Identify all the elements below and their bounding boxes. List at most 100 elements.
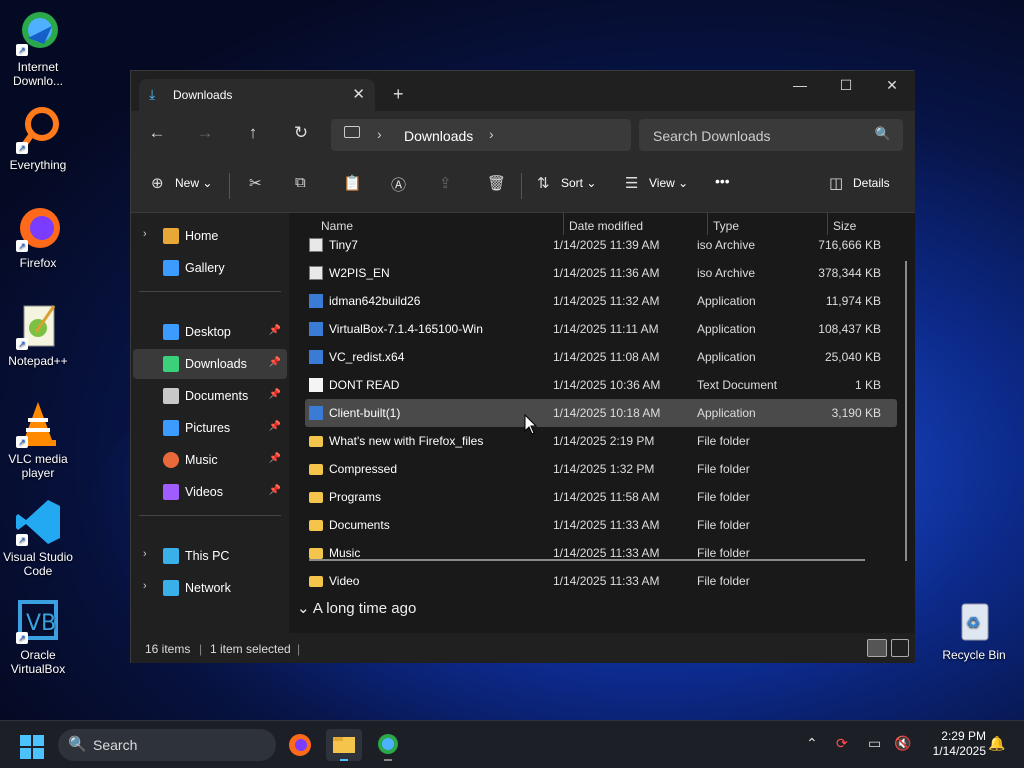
network-status-icon[interactable]: ▭ [868,735,881,752]
file-row[interactable]: W2PIS_EN 1/14/2025 11:36 AM iso Archive 378… [305,259,897,287]
sort-icon: ⇅ [537,175,550,192]
everything-search-icon: ↗ [14,106,62,154]
sidebar-item-this-pc[interactable]: › This PC [133,541,287,571]
file-row[interactable]: VirtualBox-7.1.4-165100-Win 1/14/2025 11:… [305,315,897,343]
new-tab-button[interactable]: + [393,84,404,105]
new-button[interactable]: New ⌄ [175,176,212,190]
tab-label: Downloads [173,88,233,102]
paste-icon[interactable]: 📋 [343,174,362,192]
sidebar-item-music[interactable]: Music 📌 [133,445,287,475]
search-input[interactable]: Search Downloads 🔍 [639,119,903,151]
sidebar-item-gallery[interactable]: Gallery [133,253,287,283]
close-window-button[interactable]: ✕ [869,77,915,94]
file-row[interactable]: Client-built(1) 1/14/2025 10:18 AM Applica… [305,399,897,427]
file-size: 11,974 KB [825,294,881,308]
desktop-icon-vscode[interactable]: ↗ Visual Studio Code [0,498,76,578]
copy-icon[interactable]: ⧉ [295,174,306,191]
address-bar[interactable]: › Downloads › [331,119,631,151]
desktop-icon-vlc[interactable]: ↗ VLC media player [0,400,76,480]
file-size: 1 KB [854,378,881,392]
file-row[interactable]: Documents 1/14/2025 11:33 AM File folder [305,511,897,539]
sidebar-item-home[interactable]: › Home [133,221,287,251]
cut-icon[interactable]: ✂ [249,174,262,192]
tiles-view-toggle[interactable] [891,639,909,657]
vertical-scrollbar[interactable] [905,261,907,561]
file-name: Compressed [329,462,398,476]
file-name: W2PIS_EN [329,266,390,280]
sidebar-item-downloads[interactable]: Downloads 📌 [133,349,287,379]
file-row[interactable]: idman642build26 1/14/2025 11:32 AM Applica… [305,287,897,315]
horizontal-scrollbar[interactable] [309,559,865,561]
vscode-icon: ↗ [14,498,62,546]
file-name: Music [329,546,361,560]
details-view-toggle[interactable] [867,639,887,657]
status-bar: 16 items | 1 item selected | [131,633,915,663]
sort-button[interactable]: Sort ⌄ [561,176,596,190]
folder-icon [309,548,323,559]
file-date: 1/14/2025 10:36 AM [553,378,661,392]
file-row[interactable]: DONT READ 1/14/2025 10:36 AM Text Document… [305,371,897,399]
desktop-icon-virtualbox[interactable]: VB ↗ Oracle VirtualBox [0,596,76,676]
sidebar-item-documents[interactable]: Documents 📌 [133,381,287,411]
application-icon [309,322,323,336]
taskbar-search-input[interactable]: 🔍 Search [58,729,276,761]
file-row[interactable]: Music 1/14/2025 11:33 AM File folder [305,539,897,567]
desktop-icon-everything[interactable]: ↗ Everything [0,106,76,172]
taskbar-firefox[interactable] [282,729,318,761]
file-row[interactable]: VC_redist.x64 1/14/2025 11:08 AM Applicati… [305,343,897,371]
view-button[interactable]: View ⌄ [649,176,688,190]
taskbar-idm[interactable] [370,729,406,761]
update-sync-icon[interactable]: ⟳ [836,735,848,752]
firefox-icon [289,734,311,756]
chevron-right-icon[interactable]: › [377,126,382,142]
file-row[interactable]: Programs 1/14/2025 11:58 AM File folder [305,483,897,511]
taskbar-file-explorer[interactable] [326,729,362,761]
more-options-button[interactable]: ••• [715,173,730,189]
chevron-right-icon[interactable]: › [489,126,494,142]
rename-icon[interactable]: Ⓐ [391,174,406,195]
file-row[interactable]: Compressed 1/14/2025 1:32 PM File folder [305,455,897,483]
desktop-icon-firefox[interactable]: ↗ Firefox [0,204,76,270]
desktop-icon-idm[interactable]: ↗ Internet Downlo... [0,8,76,88]
navigation-pane: › Home Gallery Desktop 📌 Downloads 📌 Doc… [131,213,289,633]
forward-button[interactable]: → [193,123,217,143]
refresh-button[interactable]: ↻ [289,123,313,143]
file-type: iso Archive [697,238,756,252]
volume-muted-icon[interactable]: 🔇 [894,735,911,752]
share-icon[interactable]: ⇪ [439,174,452,192]
group-header[interactable]: ⌄ A long time ago [297,599,416,617]
application-icon [309,350,323,364]
minimize-button[interactable]: — [777,77,823,93]
file-row[interactable]: What's new with Firefox_files 1/14/2025 2… [305,427,897,455]
desktop-icon-recycle-bin[interactable]: ♻ Recycle Bin [936,596,1012,662]
file-row[interactable]: Tiny7 1/14/2025 11:39 AM iso Archive 716,66… [305,231,897,259]
sidebar-item-pictures[interactable]: Pictures 📌 [133,413,287,443]
start-button[interactable] [20,735,44,759]
sidebar-item-desktop[interactable]: Desktop 📌 [133,317,287,347]
maximize-button[interactable]: ☐ [823,77,869,94]
chevron-right-icon[interactable]: › [143,228,147,240]
chevron-right-icon[interactable]: › [143,580,147,592]
view-icon: ☰ [625,175,639,192]
notification-bell-icon[interactable]: 🔔 [988,735,1005,752]
file-type: iso Archive [697,266,756,280]
sidebar-item-videos[interactable]: Videos 📌 [133,477,287,507]
breadcrumb-downloads[interactable]: Downloads [404,128,473,144]
close-tab-icon[interactable]: ✕ [352,85,365,103]
pin-icon: 📌 [268,421,281,432]
sidebar-item-network[interactable]: › Network [133,573,287,603]
new-plus-icon: ⊕ [151,175,164,192]
up-button[interactable]: ↑ [241,123,265,143]
back-button[interactable]: ← [145,123,169,143]
delete-icon[interactable]: 🗑 [487,174,506,192]
tab-downloads[interactable]: ⤓ Downloads ✕ [139,79,375,111]
details-button[interactable]: Details [853,176,890,190]
clock[interactable]: 2:29 PM 1/14/2025 [920,729,986,759]
text-document-icon [309,378,323,392]
chevron-up-icon[interactable]: ⌃ [806,735,818,752]
status-divider: | [199,642,203,656]
file-row[interactable]: Video 1/14/2025 11:33 AM File folder [305,567,897,595]
chevron-right-icon[interactable]: › [143,548,147,560]
desktop-icon-notepadpp[interactable]: ↗ Notepad++ [0,302,76,368]
status-divider: | [297,642,301,656]
